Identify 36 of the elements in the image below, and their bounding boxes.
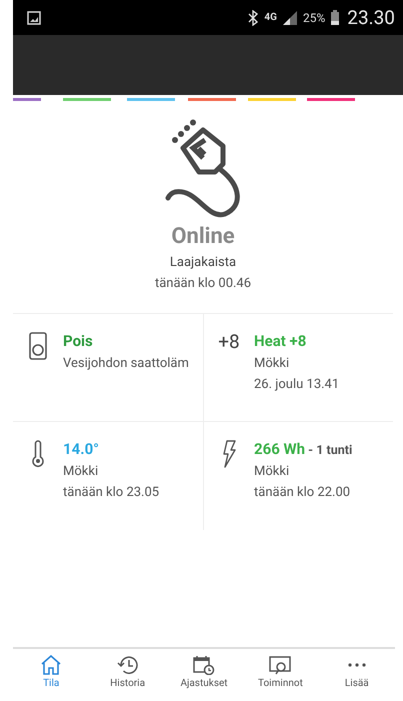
connection-type: Laajakaista [170,255,236,270]
image-icon [27,10,41,24]
ethernet-cable-icon [163,118,243,218]
tile-text: 26. joulu 13.41 [254,377,340,392]
signal-icon [282,10,297,24]
tile-text: Mökki [254,356,290,371]
thermometer-icon [31,440,45,468]
tile-text: Vesijohdon saattoläm [63,356,189,371]
battery-icon [331,10,340,25]
lightning-icon [222,440,236,468]
screen-touch-icon [269,655,292,675]
connection-time: tänään klo 00.46 [154,276,252,291]
history-icon [116,655,139,675]
nav-tab[interactable]: Lisää [318,655,396,701]
more-icon [348,663,366,667]
tile-text: tänään klo 22.00 [254,485,352,500]
tile-title: 266 Wh - 1 tunti [254,440,352,458]
battery-percent: 25% [302,10,326,24]
home-icon [40,655,62,675]
connection-status: Online [171,224,235,249]
socket-icon [29,332,47,360]
nav-tab[interactable]: Tila [13,655,90,701]
tile-text: Mökki [63,464,100,479]
nav-tab[interactable]: Historia [89,655,166,701]
tile-title: 14.0° [63,440,100,458]
tile-title: Pois [63,332,94,350]
tile-text: tänään klo 23.05 [63,485,160,500]
plus-eight-icon: +8 [218,332,240,421]
nav-tab[interactable]: Toiminnot [242,655,319,701]
nav-tab[interactable]: Ajastukset [166,655,242,701]
bluetooth-icon [248,10,258,26]
network-type: 4G [264,13,277,22]
tile-title: Heat +8 [254,332,308,350]
clock: 23.30 [347,6,395,29]
calendar-icon [193,655,216,675]
tile-text: Mökki [254,464,290,479]
